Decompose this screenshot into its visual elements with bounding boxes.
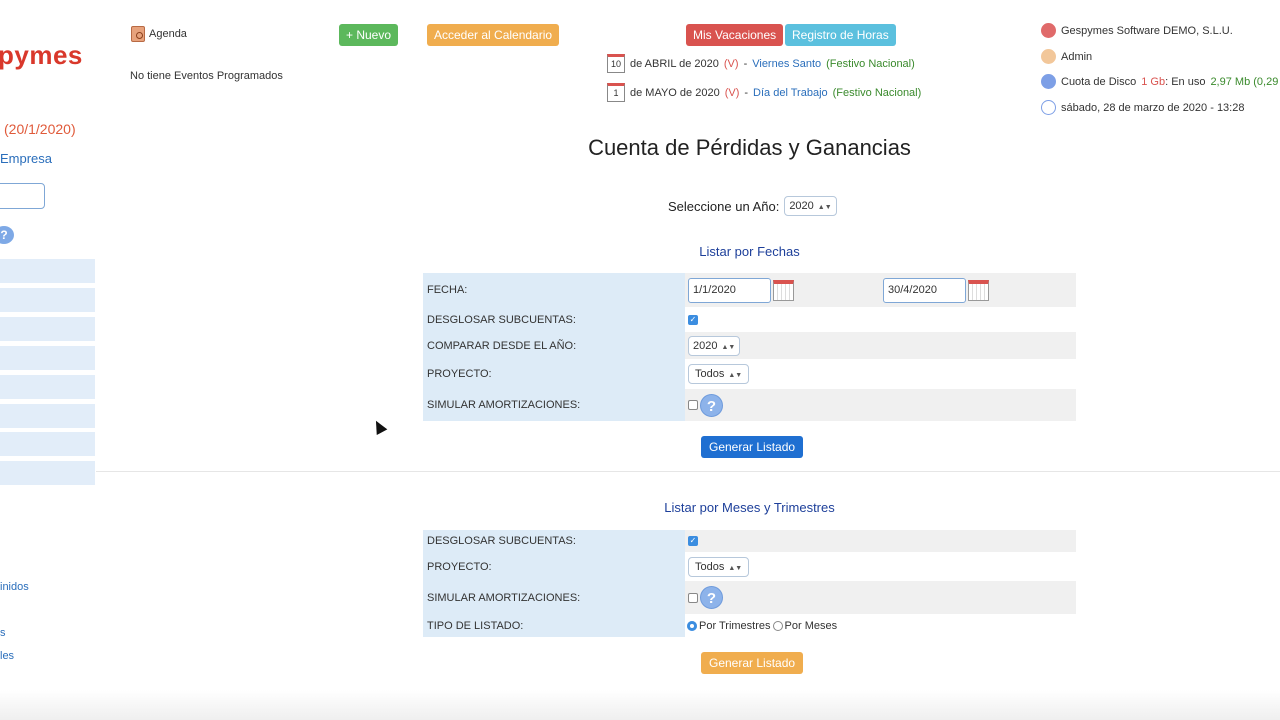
proyecto-row: PROYECTO: Todos ▲▼ — [423, 552, 1076, 581]
holiday-date: de ABRIL de 2020 — [630, 57, 719, 70]
generate-list-button[interactable]: Generar Listado — [701, 436, 804, 458]
simular-checkbox[interactable] — [688, 592, 698, 603]
holiday-name: Viernes Santo — [752, 57, 822, 70]
tipo-row: TIPO DE LISTADO: Por Trimestres Por Mese… — [423, 614, 1076, 637]
proyecto-label: PROYECTO: — [423, 552, 685, 581]
user-icon — [1041, 49, 1056, 64]
sidebar-link[interactable]: s — [0, 627, 6, 639]
sidebar-menu-item[interactable] — [0, 259, 95, 283]
desglosar-label: DESGLOSAR SUBCUENTAS: — [423, 530, 685, 552]
proyecto-select[interactable]: Todos ▲▼ — [688, 364, 750, 384]
holiday-type: (Festivo Nacional) — [826, 57, 915, 70]
page-title: Cuenta de Pérdidas y Ganancias — [588, 135, 911, 160]
agenda-icon — [131, 26, 145, 42]
generate-list-button[interactable]: Generar Listado — [701, 652, 804, 674]
desglosar-checkbox[interactable]: ✓ — [688, 536, 698, 546]
sidebar-menu-item[interactable] — [0, 288, 95, 312]
vacations-button[interactable]: Mis Vacaciones — [686, 24, 784, 46]
clock-icon — [1041, 100, 1056, 115]
simular-row: SIMULAR AMORTIZACIONES: ? — [423, 389, 1076, 421]
no-events-text: No tiene Eventos Programados — [130, 70, 283, 82]
help-icon[interactable]: ? — [700, 393, 723, 417]
section-divider — [96, 471, 1280, 472]
comparar-row: COMPARAR DESDE EL AÑO: 2020 ▲▼ — [423, 332, 1076, 359]
section-title-months: Listar por Meses y Trimestres — [664, 500, 835, 515]
calendar-button[interactable]: Acceder al Calendario — [427, 24, 560, 46]
user-info[interactable]: Admin — [1041, 49, 1092, 64]
new-event-button[interactable]: + Nuevo — [339, 24, 399, 46]
sidebar-menu-item[interactable] — [0, 317, 95, 341]
desglosar-checkbox[interactable]: ✓ — [688, 314, 698, 325]
agenda-label: Agenda — [149, 28, 187, 40]
desglosar-row: DESGLOSAR SUBCUENTAS: ✓ — [423, 307, 1076, 332]
company-icon — [1041, 23, 1056, 38]
date-to-input[interactable]: 30/4/2020 — [883, 277, 966, 303]
section-title-dates: Listar por Fechas — [699, 244, 800, 259]
proyecto-select[interactable]: Todos ▲▼ — [688, 556, 750, 577]
simular-row: SIMULAR AMORTIZACIONES: ? — [423, 581, 1076, 614]
sidebar-menu-item[interactable] — [0, 461, 95, 485]
company-info: Gespymes Software DEMO, S.L.U. — [1041, 23, 1233, 38]
trimestres-label[interactable]: Por Trimestres — [699, 620, 771, 632]
holiday-weekday: (V) — [724, 86, 740, 99]
sidebar-menu-item[interactable] — [0, 375, 95, 399]
app-logo[interactable]: pymes — [0, 40, 83, 71]
proyecto-label: PROYECTO: — [423, 359, 685, 389]
desglosar-row: DESGLOSAR SUBCUENTAS: ✓ — [423, 530, 1076, 552]
year-select[interactable]: 2020 ▲▼ — [784, 196, 837, 216]
sidebar-menu-item[interactable] — [0, 404, 95, 428]
company-name: Gespymes Software DEMO, S.L.U. — [1061, 24, 1233, 37]
user-name[interactable]: Admin — [1061, 51, 1092, 63]
sidebar-link[interactable]: les — [0, 650, 14, 662]
sidebar-search-input[interactable] — [0, 183, 45, 209]
proyecto-row: PROYECTO: Todos ▲▼ — [423, 359, 1076, 389]
sidebar-help-icon[interactable]: ? — [0, 226, 14, 244]
calendar-picker-icon[interactable] — [773, 279, 794, 301]
comparar-label: COMPARAR DESDE EL AÑO: — [423, 332, 685, 359]
quota-used-label: : En uso — [1165, 75, 1206, 88]
help-icon[interactable]: ? — [700, 586, 723, 609]
simular-label: SIMULAR AMORTIZACIONES: — [423, 389, 685, 421]
sidebar-menu-item[interactable] — [0, 346, 95, 370]
disk-quota: Cuota de Disco 1 Gb: En uso 2,97 Mb (0,2… — [1041, 74, 1280, 89]
mouse-cursor-icon — [370, 417, 388, 436]
agenda-link[interactable]: Agenda — [131, 26, 187, 42]
simular-checkbox[interactable] — [688, 400, 698, 410]
holiday-date: de MAYO de 2020 — [630, 86, 720, 99]
hours-button[interactable]: Registro de Horas — [785, 24, 896, 46]
calendar-day-icon: 10 — [607, 54, 625, 73]
quota-label: Cuota de Disco — [1061, 75, 1137, 88]
datetime-info: sábado, 28 de marzo de 2020 - 13:28 — [1041, 100, 1244, 115]
fecha-row: FECHA: 1/1/2020 30/4/2020 — [423, 273, 1076, 307]
holiday-item: 10 de ABRIL de 2020 (V) - Viernes Santo … — [607, 54, 915, 73]
fecha-label: FECHA: — [423, 273, 685, 307]
holiday-type: (Festivo Nacional) — [832, 86, 922, 99]
sidebar-menu-item[interactable] — [0, 432, 95, 456]
quota-total: 1 Gb — [1141, 75, 1166, 88]
holiday-weekday: (V) — [723, 57, 739, 70]
date-from-input[interactable]: 1/1/2020 — [688, 277, 771, 303]
year-label: Seleccione un Año: — [668, 198, 780, 214]
holiday-item: 1 de MAYO de 2020 (V) - Día del Trabajo … — [607, 83, 921, 102]
sidebar-link[interactable]: inidos — [0, 581, 29, 593]
holiday-name: Día del Trabajo — [753, 86, 828, 99]
simular-label: SIMULAR AMORTIZACIONES: — [423, 581, 685, 614]
meses-label[interactable]: Por Meses — [785, 620, 838, 632]
disk-icon — [1041, 74, 1056, 89]
comparar-year-select[interactable]: 2020 ▲▼ — [688, 335, 741, 356]
tipo-label: TIPO DE LISTADO: — [423, 614, 685, 637]
footer-shade — [0, 690, 1280, 720]
meses-radio[interactable] — [772, 620, 783, 631]
desglosar-label: DESGLOSAR SUBCUENTAS: — [423, 307, 685, 332]
calendar-day-icon: 1 — [607, 83, 625, 102]
year-selector: Seleccione un Año: 2020 ▲▼ — [668, 196, 837, 216]
current-datetime: sábado, 28 de marzo de 2020 - 13:28 — [1061, 101, 1245, 114]
calendar-picker-icon[interactable] — [968, 279, 989, 301]
trimestres-radio[interactable] — [687, 620, 697, 631]
quota-used: 2,97 Mb (0,29 % — [1210, 75, 1280, 88]
